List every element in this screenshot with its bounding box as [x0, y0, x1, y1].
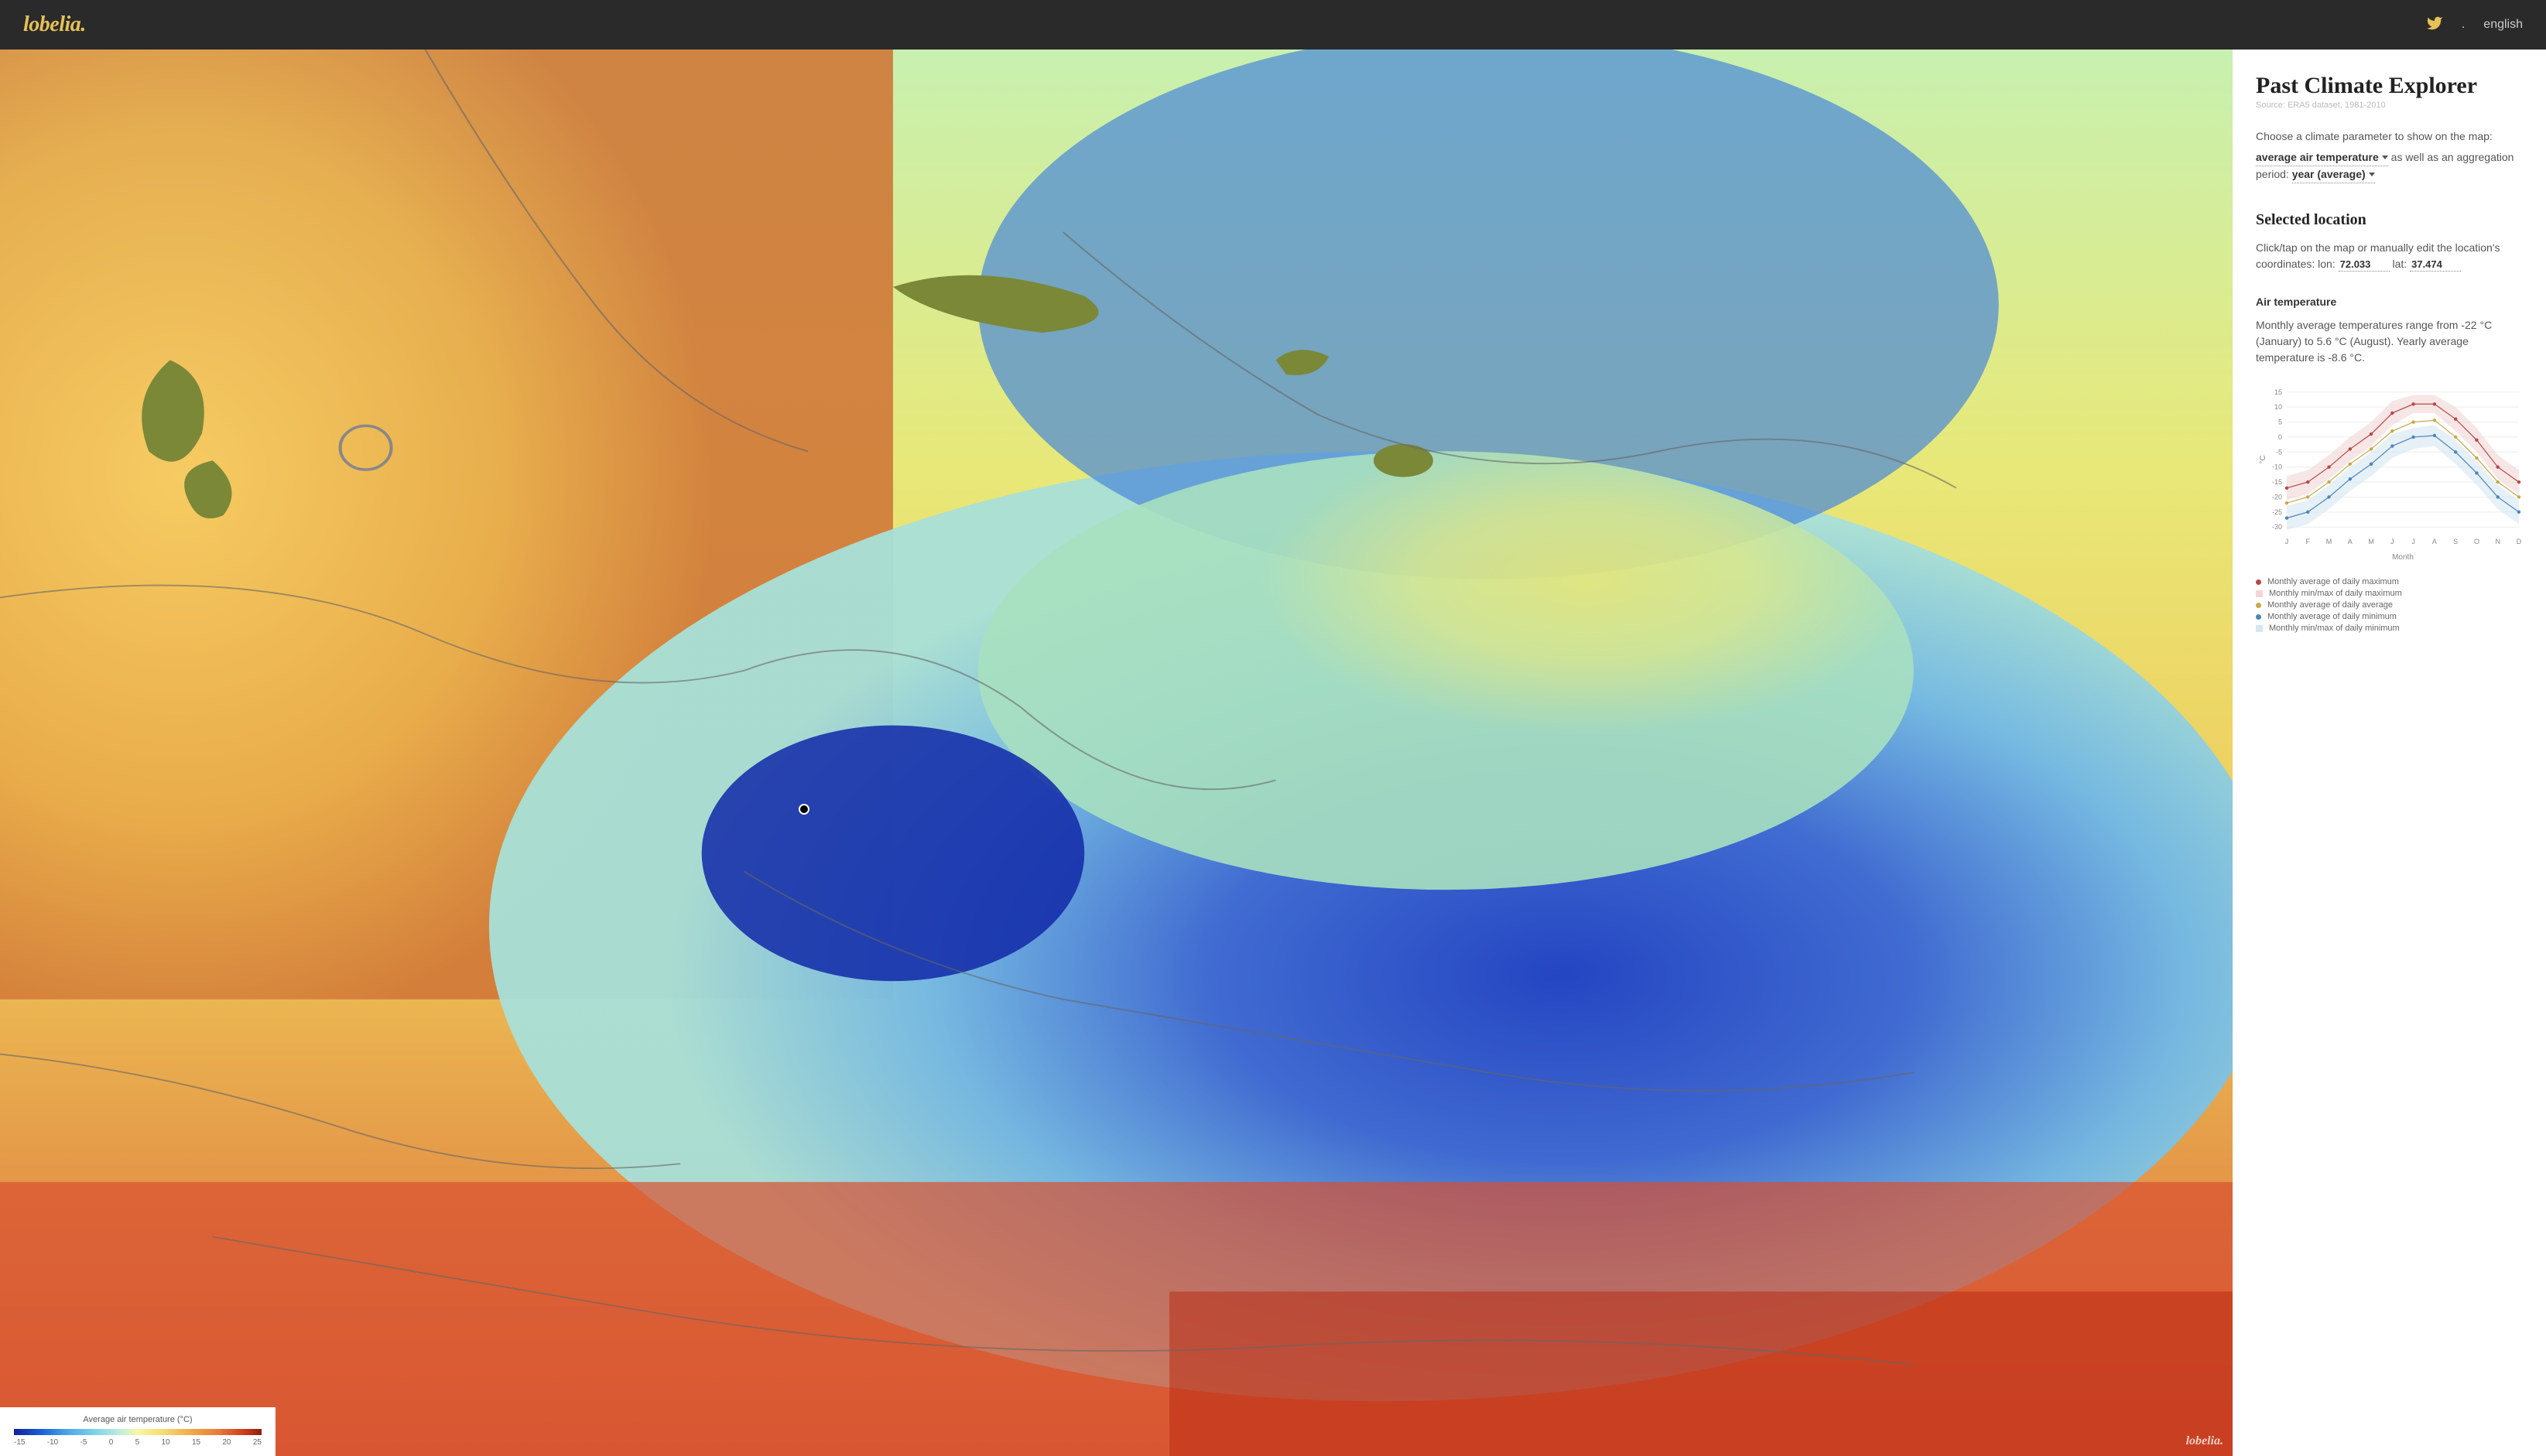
legend-row: Monthly average of daily minimum [2256, 612, 2523, 621]
air-temp-body: Monthly average temperatures range from … [2256, 317, 2523, 366]
svg-text:-20: -20 [2272, 493, 2282, 501]
legend-label: Monthly min/max of daily maximum [2269, 589, 2402, 598]
caret-down-icon [2369, 173, 2375, 176]
legend-row: Monthly min/max of daily minimum [2256, 624, 2523, 633]
period-value: year (average) [2292, 166, 2366, 183]
legend-tick: 15 [192, 1438, 200, 1447]
svg-text:J: J [2390, 538, 2394, 545]
legend-dot-icon [2256, 579, 2261, 585]
svg-text:-25: -25 [2272, 508, 2282, 516]
svg-text:D: D [2517, 538, 2522, 545]
period-dropdown[interactable]: year (average) [2292, 166, 2375, 183]
legend-label: Monthly min/max of daily minimum [2269, 624, 2400, 633]
map-area[interactable]: Average air temperature (°C) -15 -10 -5 0 5 1… [0, 50, 2233, 1456]
legend-tick: -15 [14, 1438, 25, 1447]
parameter-line: average air temperature as well as an ag… [2256, 149, 2523, 183]
svg-text:Month: Month [2392, 553, 2414, 562]
selected-location-title: Selected location [2256, 211, 2523, 229]
header: lobelia. . english [0, 0, 2546, 50]
svg-text:M: M [2368, 538, 2374, 545]
header-right: . english [2426, 15, 2523, 36]
svg-text:J: J [2285, 538, 2289, 545]
legend-tick: 20 [222, 1438, 231, 1447]
legend-gradient [14, 1429, 262, 1435]
legend-square-icon [2256, 625, 2263, 632]
coord-line: Click/tap on the map or manually edit th… [2256, 240, 2523, 272]
svg-text:N: N [2495, 538, 2500, 545]
svg-text:-10: -10 [2272, 463, 2282, 471]
legend-label: Monthly average of daily average [2267, 600, 2393, 610]
sidebar: Past Climate Explorer Source: ERA5 datas… [2233, 50, 2546, 1456]
legend-tick: 0 [109, 1438, 114, 1447]
legend-label: Monthly average of daily maximum [2267, 577, 2399, 586]
svg-text:-30: -30 [2272, 523, 2282, 531]
svg-text:F: F [2306, 538, 2311, 545]
legend-dot-icon [2256, 603, 2261, 608]
svg-text:5: 5 [2278, 419, 2282, 426]
map-legend: Average air temperature (°C) -15 -10 -5 0 5 1… [0, 1407, 275, 1456]
legend-dot-icon [2256, 614, 2261, 620]
map-watermark: lobelia. [2186, 1434, 2223, 1448]
svg-text:15: 15 [2274, 388, 2282, 396]
legend-ticks: -15 -10 -5 0 5 10 15 20 25 [14, 1438, 262, 1447]
twitter-icon[interactable] [2426, 15, 2443, 36]
svg-text:A: A [2432, 538, 2437, 545]
intro-text: Choose a climate parameter to show on th… [2256, 130, 2493, 142]
language-selector[interactable]: english [2483, 18, 2523, 32]
svg-text:M: M [2326, 538, 2332, 545]
legend-tick: 5 [135, 1438, 140, 1447]
legend-square-icon [2256, 590, 2263, 597]
logo[interactable]: lobelia. [23, 12, 86, 37]
selected-location-marker[interactable] [799, 804, 809, 815]
svg-text:A: A [2348, 538, 2353, 545]
chart-legend: Monthly average of daily maximum Monthly … [2256, 577, 2523, 633]
climate-map[interactable] [0, 50, 2233, 1456]
legend-title: Average air temperature (°C) [14, 1415, 262, 1424]
legend-row: Monthly average of daily average [2256, 600, 2523, 610]
svg-text:°C: °C [2259, 455, 2267, 463]
legend-tick: -10 [47, 1438, 58, 1447]
legend-row: Monthly average of daily maximum [2256, 577, 2523, 586]
svg-text:-5: -5 [2276, 448, 2282, 456]
svg-text:0: 0 [2278, 433, 2282, 441]
chart-svg: 151050-5-10-15-20-25-30JFMAMJJASONDMonth… [2256, 378, 2527, 564]
legend-tick: 25 [253, 1438, 262, 1447]
lat-input[interactable] [2410, 258, 2461, 272]
parameter-dropdown[interactable]: average air temperature [2256, 149, 2388, 166]
legend-tick: -5 [80, 1438, 87, 1447]
svg-text:O: O [2474, 538, 2479, 545]
parameter-intro: Choose a climate parameter to show on th… [2256, 128, 2523, 145]
air-temp-title: Air temperature [2256, 296, 2523, 308]
coord-text2: lat: [2393, 258, 2411, 270]
caret-down-icon [2382, 156, 2388, 159]
svg-text:-15: -15 [2272, 478, 2282, 486]
legend-row: Monthly min/max of daily maximum [2256, 589, 2523, 598]
legend-label: Monthly average of daily minimum [2267, 612, 2397, 621]
svg-text:S: S [2453, 538, 2458, 545]
temperature-chart: 151050-5-10-15-20-25-30JFMAMJJASONDMonth… [2256, 378, 2523, 633]
parameter-value: average air temperature [2256, 149, 2379, 166]
svg-text:J: J [2411, 538, 2415, 545]
svg-text:10: 10 [2274, 403, 2282, 411]
menu-dot[interactable]: . [2462, 18, 2465, 32]
source-line: Source: ERA5 dataset, 1981-2010 [2256, 101, 2523, 110]
legend-tick: 10 [162, 1438, 170, 1447]
page-title: Past Climate Explorer [2256, 73, 2523, 99]
lon-input[interactable] [2339, 258, 2390, 272]
container: Average air temperature (°C) -15 -10 -5 0 5 1… [0, 50, 2546, 1456]
